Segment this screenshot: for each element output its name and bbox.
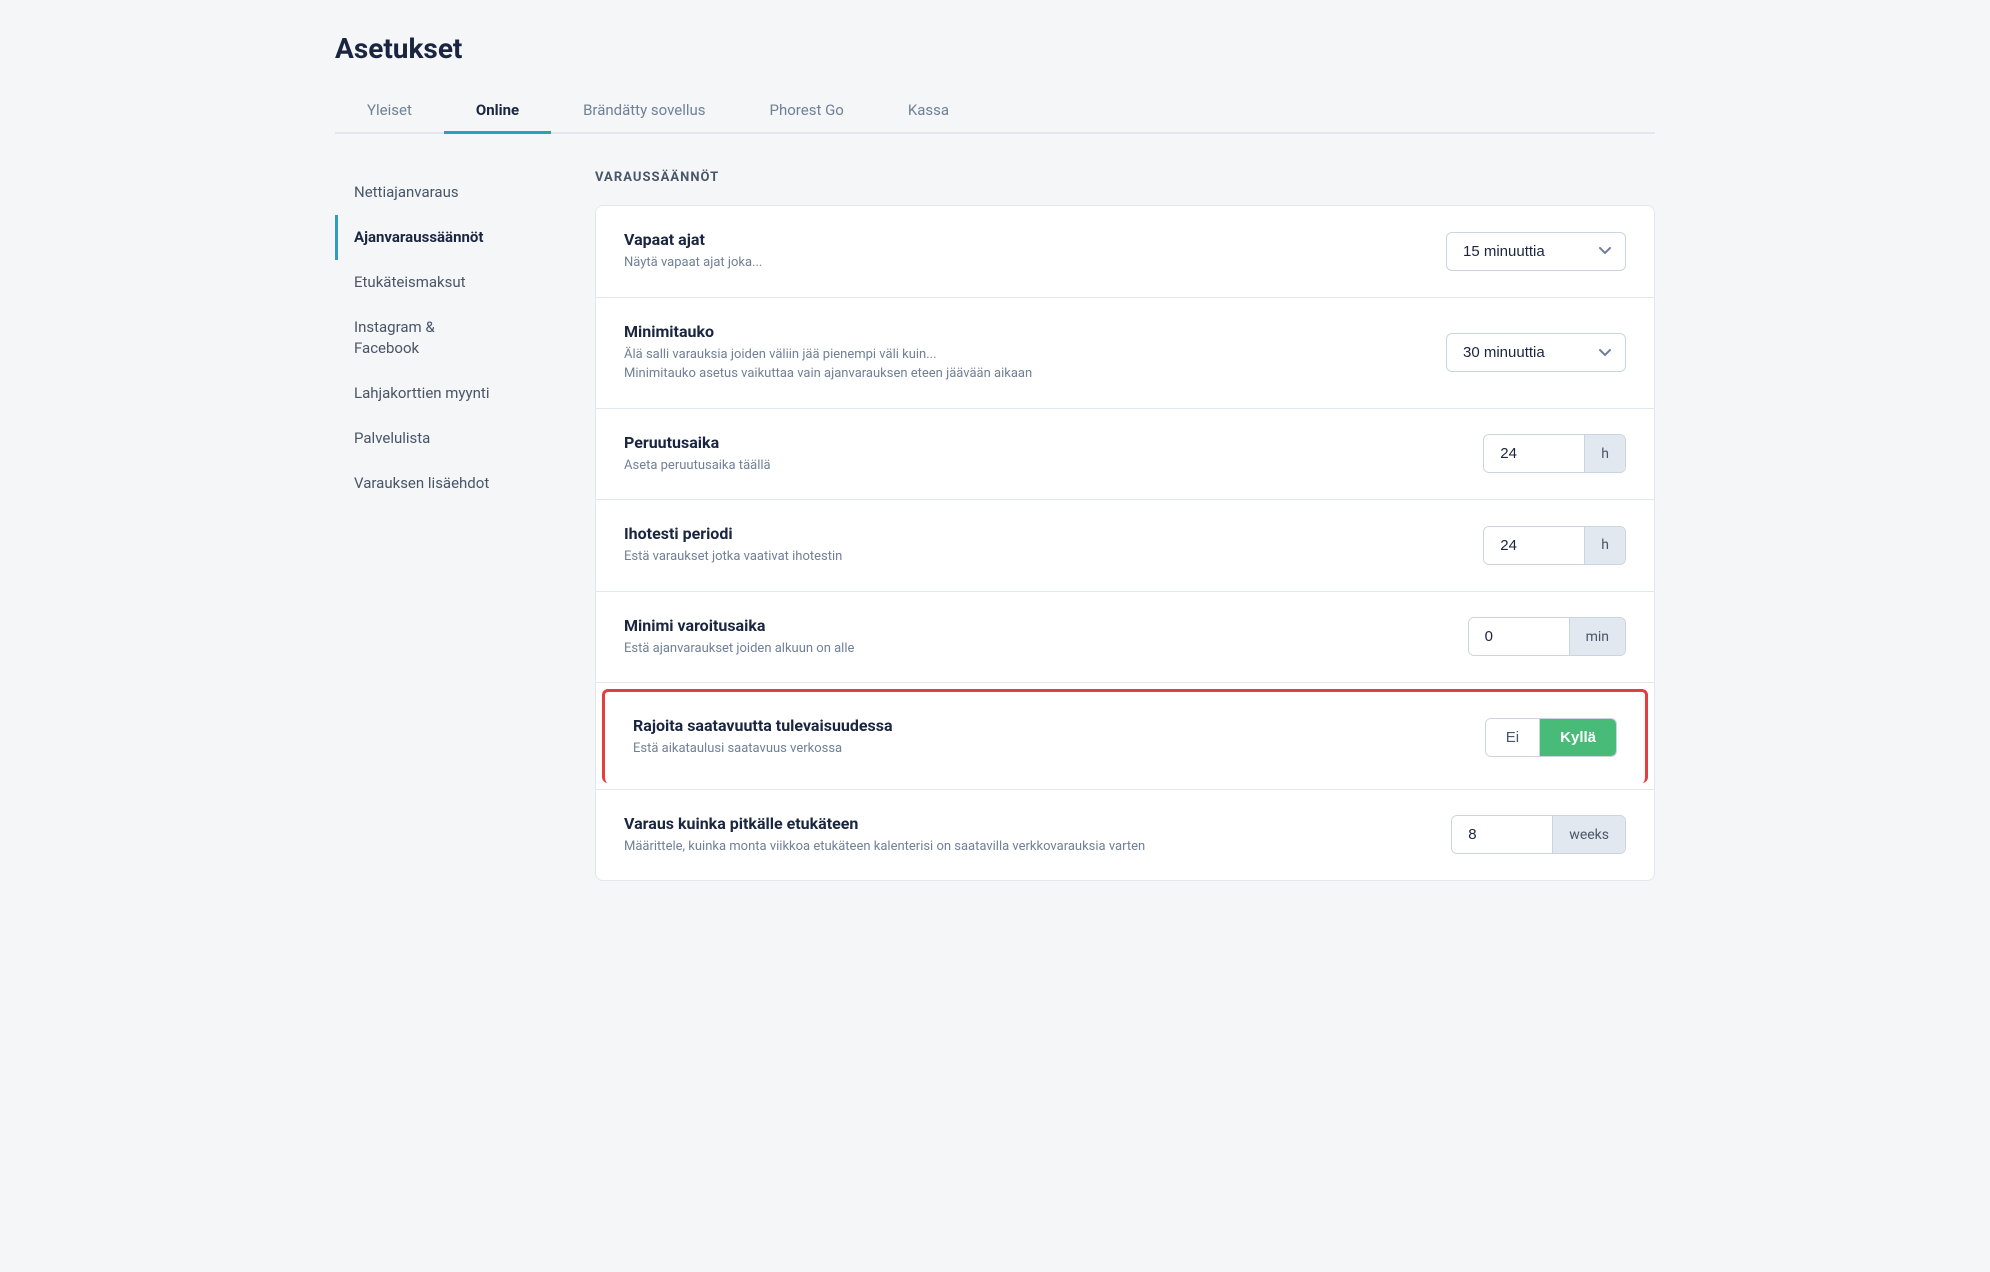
section-title: VARAUSSÄÄNNÖT: [595, 170, 1655, 185]
minimi-varoitusaika-input[interactable]: [1469, 618, 1569, 655]
sidebar: Nettiajanvaraus Ajanvaraussäännöt Etukät…: [335, 170, 555, 881]
rule-minimitauko-label: Minimitauko: [624, 322, 1414, 341]
rule-peruutusaika-desc: Aseta peruutusaika täällä: [624, 456, 1451, 476]
minimi-varoitusaika-unit: min: [1569, 618, 1625, 655]
rule-peruutusaika-info: Peruutusaika Aseta peruutusaika täällä: [624, 433, 1451, 476]
rule-minimi-varoitusaika-desc: Estä ajanvaraukset joiden alkuun on alle: [624, 639, 1436, 659]
peruutusaika-input-group: h: [1483, 434, 1626, 473]
rule-varaus-pitkalle-label: Varaus kuinka pitkälle etukäteen: [624, 814, 1419, 833]
varaus-pitkalle-input-group: weeks: [1451, 815, 1626, 854]
rule-vapaat-ajat: Vapaat ajat Näytä vapaat ajat joka... 5 …: [596, 206, 1654, 298]
sidebar-item-varauksen-lisaehdot[interactable]: Varauksen lisäehdot: [335, 461, 555, 506]
vapaat-ajat-dropdown[interactable]: 5 minuuttia 10 minuuttia 15 minuuttia 20…: [1446, 232, 1626, 271]
sidebar-item-instagram-facebook[interactable]: Instagram &Facebook: [335, 305, 555, 371]
rule-ihotesti-periodi: Ihotesti periodi Estä varaukset jotka va…: [596, 500, 1654, 592]
rule-rajoita-saatavuutta-wrapper: Rajoita saatavuutta tulevaisuudessa Estä…: [596, 683, 1654, 790]
toggle-ei-button[interactable]: Ei: [1486, 719, 1539, 756]
rule-minimi-varoitusaika-info: Minimi varoitusaika Estä ajanvaraukset j…: [624, 616, 1436, 659]
sidebar-item-etukateismaksut[interactable]: Etukäteismaksut: [335, 260, 555, 305]
tab-kassa[interactable]: Kassa: [876, 89, 981, 134]
sidebar-item-lahjakorttien-myynti[interactable]: Lahjakorttien myynti: [335, 371, 555, 416]
peruutusaika-unit: h: [1584, 435, 1625, 472]
rule-minimi-varoitusaika-label: Minimi varoitusaika: [624, 616, 1436, 635]
rule-minimitauko: Minimitauko Älä salli varauksia joiden v…: [596, 298, 1654, 409]
rule-peruutusaika: Peruutusaika Aseta peruutusaika täällä h: [596, 409, 1654, 501]
sidebar-item-palvelulista[interactable]: Palvelulista: [335, 416, 555, 461]
rule-rajoita-saatavuutta: Rajoita saatavuutta tulevaisuudessa Estä…: [602, 689, 1648, 783]
top-tabs: Yleiset Online Brändätty sovellus Phores…: [335, 89, 1655, 134]
varaus-pitkalle-input[interactable]: [1452, 816, 1552, 853]
rule-vapaat-ajat-desc: Näytä vapaat ajat joka...: [624, 253, 1414, 273]
rule-minimi-varoitusaika-control: min: [1468, 617, 1626, 656]
rule-minimitauko-desc: Älä salli varauksia joiden väliin jää pi…: [624, 345, 1414, 384]
tab-yleiset[interactable]: Yleiset: [335, 89, 444, 134]
main-content: VARAUSSÄÄNNÖT Vapaat ajat Näytä vapaat a…: [595, 170, 1655, 881]
rule-peruutusaika-label: Peruutusaika: [624, 433, 1451, 452]
rules-card: Vapaat ajat Näytä vapaat ajat joka... 5 …: [595, 205, 1655, 881]
rule-ihotesti-control: h: [1483, 526, 1626, 565]
rule-ihotesti-desc: Estä varaukset jotka vaativat ihotestin: [624, 547, 1451, 567]
rule-vapaat-ajat-info: Vapaat ajat Näytä vapaat ajat joka...: [624, 230, 1414, 273]
rule-minimitauko-control: 0 minuuttia 5 minuuttia 10 minuuttia 15 …: [1446, 333, 1626, 372]
ihotesti-unit: h: [1584, 527, 1625, 564]
peruutusaika-input[interactable]: [1484, 435, 1584, 472]
rule-rajoita-saatavuutta-label: Rajoita saatavuutta tulevaisuudessa: [633, 716, 1453, 735]
minimitauko-dropdown[interactable]: 0 minuuttia 5 minuuttia 10 minuuttia 15 …: [1446, 333, 1626, 372]
rajoita-toggle-group: Ei Kyllä: [1485, 718, 1617, 757]
rule-rajoita-saatavuutta-desc: Estä aikataulusi saatavuus verkossa: [633, 739, 1453, 759]
sidebar-item-nettiajanvaraus[interactable]: Nettiajanvaraus: [335, 170, 555, 215]
ihotesti-input-group: h: [1483, 526, 1626, 565]
rule-vapaat-ajat-control: 5 minuuttia 10 minuuttia 15 minuuttia 20…: [1446, 232, 1626, 271]
rule-minimitauko-info: Minimitauko Älä salli varauksia joiden v…: [624, 322, 1414, 384]
rule-varaus-pitkalle-control: weeks: [1451, 815, 1626, 854]
rule-varaus-pitkalle-desc: Määrittele, kuinka monta viikkoa etukäte…: [624, 837, 1419, 857]
page-title: Asetukset: [335, 32, 1655, 65]
sidebar-item-ajanvaraussaannot[interactable]: Ajanvaraussäännöt: [335, 215, 555, 260]
rule-vapaat-ajat-label: Vapaat ajat: [624, 230, 1414, 249]
tab-online[interactable]: Online: [444, 89, 551, 134]
rule-minimi-varoitusaika: Minimi varoitusaika Estä ajanvaraukset j…: [596, 592, 1654, 684]
rule-peruutusaika-control: h: [1483, 434, 1626, 473]
rule-varaus-pitkalle: Varaus kuinka pitkälle etukäteen Määritt…: [596, 790, 1654, 881]
rule-ihotesti-label: Ihotesti periodi: [624, 524, 1451, 543]
rule-ihotesti-info: Ihotesti periodi Estä varaukset jotka va…: [624, 524, 1451, 567]
toggle-kylla-button[interactable]: Kyllä: [1540, 719, 1616, 756]
tab-brandatty[interactable]: Brändätty sovellus: [551, 89, 737, 134]
ihotesti-input[interactable]: [1484, 527, 1584, 564]
tab-phorest[interactable]: Phorest Go: [738, 89, 876, 134]
varaus-pitkalle-unit: weeks: [1552, 816, 1625, 853]
rule-rajoita-saatavuutta-info: Rajoita saatavuutta tulevaisuudessa Estä…: [633, 716, 1453, 759]
minimi-varoitusaika-input-group: min: [1468, 617, 1626, 656]
rule-rajoita-saatavuutta-control: Ei Kyllä: [1485, 718, 1617, 757]
rule-varaus-pitkalle-info: Varaus kuinka pitkälle etukäteen Määritt…: [624, 814, 1419, 857]
